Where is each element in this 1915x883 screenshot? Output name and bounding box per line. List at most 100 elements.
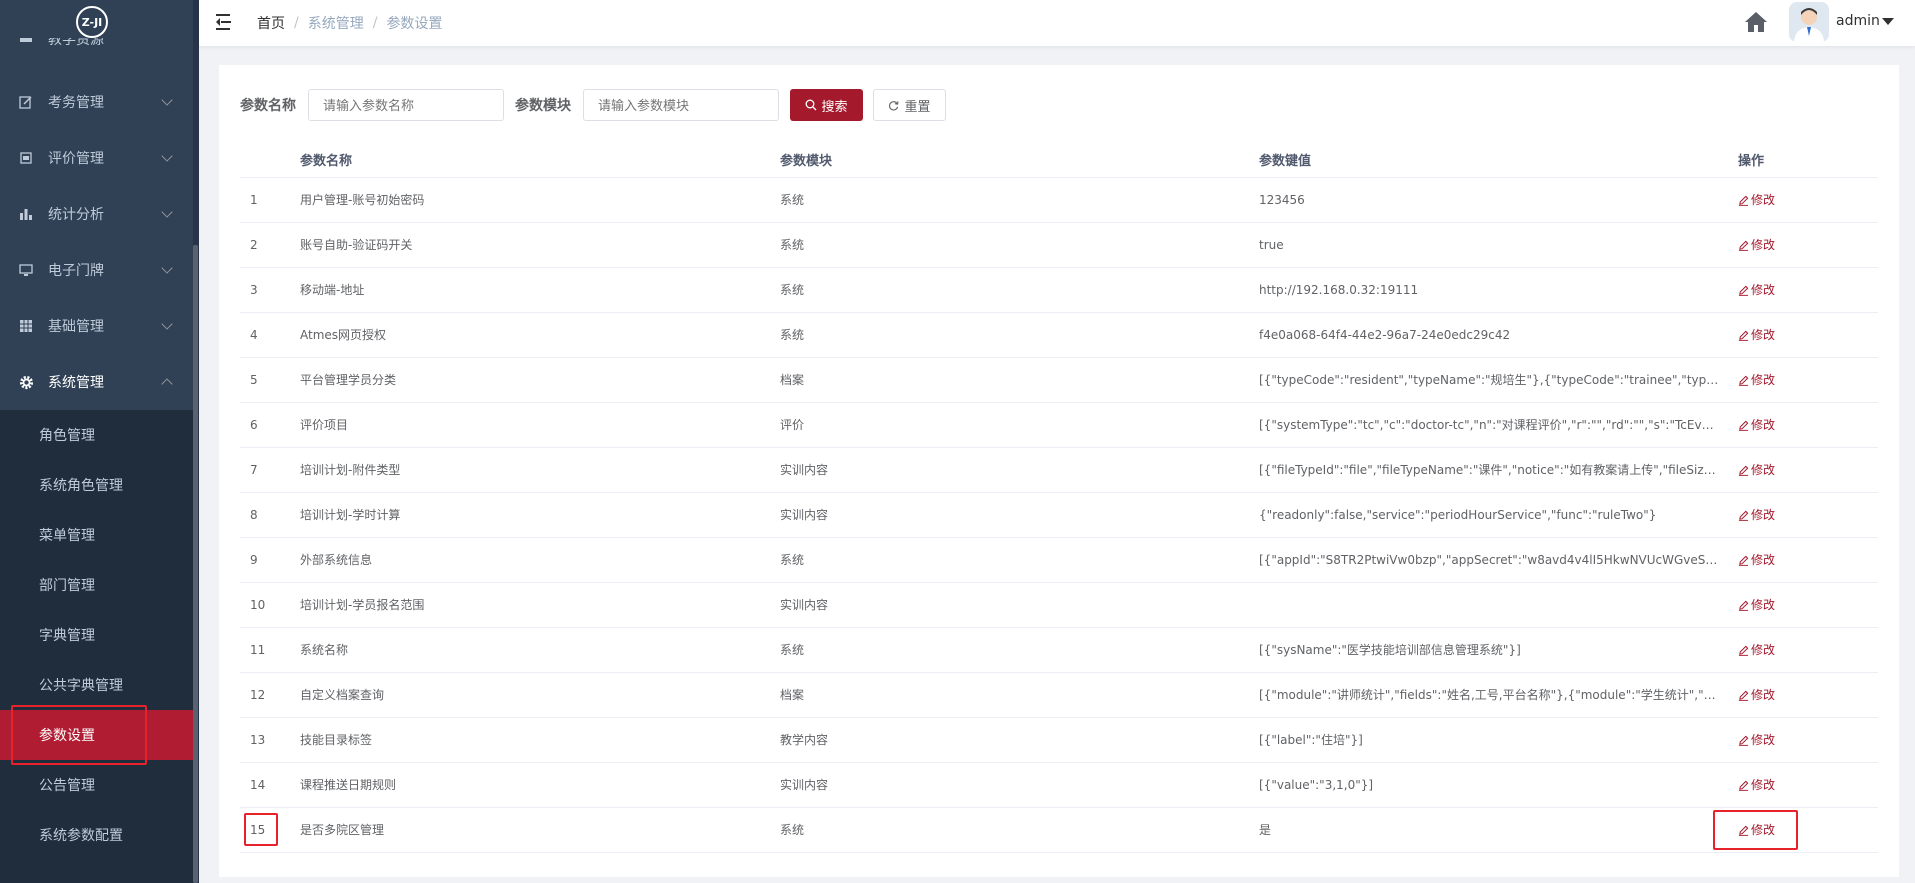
chevron-up-icon: [161, 378, 173, 390]
sidebar-item-system[interactable]: 系统管理: [0, 354, 193, 410]
row-index: 13: [250, 733, 266, 747]
sidebar-item-label: 考务管理: [48, 95, 104, 111]
row-index: 2: [250, 238, 258, 252]
row-index: 12: [250, 688, 266, 702]
param-module-cell: 教学内容: [780, 733, 829, 747]
edit-label: 修改: [1751, 283, 1776, 297]
param-value-cell: [1259, 583, 1719, 628]
edit-button[interactable]: 修改: [1738, 538, 1818, 583]
table-row: 14 课程推送日期规则 实训内容 [{"value":"3,1,0"}] 修改: [240, 763, 1878, 808]
param-value-cell: [{"appId":"S8TR2PtwiVw0bzp","appSecret":…: [1259, 553, 1719, 567]
edit-button[interactable]: 修改: [1738, 448, 1818, 493]
col-header-name: 参数名称: [300, 154, 353, 169]
param-value-cell: [{"systemType":"tc","c":"doctor-tc","n":…: [1259, 418, 1719, 432]
edit-label: 修改: [1751, 598, 1776, 612]
sidebar-item-exam[interactable]: 考务管理: [0, 74, 193, 130]
grid-icon: [18, 318, 34, 334]
gear-icon: [18, 374, 34, 390]
chevron-down-icon: [161, 262, 173, 274]
chevron-down-icon: [161, 318, 173, 330]
sidebar-item-doorplate[interactable]: 电子门牌: [0, 242, 193, 298]
reset-button[interactable]: 重置: [873, 89, 946, 121]
sidebar-item-partial[interactable]: 教学资源: [18, 38, 168, 56]
row-index: 10: [250, 598, 266, 612]
edit-button[interactable]: 修改: [1738, 403, 1818, 448]
edit-label: 修改: [1751, 418, 1776, 432]
caret-down-icon[interactable]: [1882, 18, 1894, 25]
edit-icon: [1738, 555, 1749, 566]
sidebar-item-stats[interactable]: 统计分析: [0, 186, 193, 242]
search-button[interactable]: 搜索: [790, 89, 863, 121]
edit-button[interactable]: 修改: [1738, 718, 1818, 763]
param-name-input[interactable]: [308, 89, 504, 121]
sidebar-item-evaluate[interactable]: 评价管理: [0, 130, 193, 186]
menu-toggle-icon[interactable]: [216, 14, 234, 30]
param-name-cell: 账号自助-验证码开关: [300, 238, 413, 252]
user-name[interactable]: admin: [1836, 13, 1880, 29]
edit-label: 修改: [1751, 193, 1776, 207]
edit-icon: [1738, 195, 1749, 206]
chevron-down-icon: [161, 150, 173, 162]
col-header-actions: 操作: [1738, 154, 1765, 169]
edit-label: 修改: [1751, 553, 1776, 567]
edit-icon: [18, 94, 34, 110]
param-module-cell: 系统: [780, 238, 805, 252]
refresh-icon: [889, 100, 899, 110]
chevron-down-icon: [161, 94, 173, 106]
table-row: 11 系统名称 系统 [{"sysName":"医学技能培训部信息管理系统"}] 修改: [240, 628, 1878, 673]
row-index: 6: [250, 418, 258, 432]
edit-label: 修改: [1751, 508, 1776, 522]
param-name-cell: 技能目录标签: [300, 733, 373, 747]
param-module-cell: 系统: [780, 283, 805, 297]
evaluate-icon: [18, 150, 34, 166]
edit-icon: [1738, 510, 1749, 521]
sidebar-item-dept[interactable]: 部门管理: [0, 560, 193, 610]
sidebar-scrollbar-thumb[interactable]: [193, 245, 198, 883]
col-header-value: 参数键值: [1259, 154, 1312, 169]
edit-button[interactable]: 修改: [1738, 628, 1818, 673]
edit-button[interactable]: 修改: [1738, 223, 1818, 268]
table-row: 9 外部系统信息 系统 [{"appId":"S8TR2PtwiVw0bzp","ap…: [240, 538, 1878, 583]
param-name-cell: 移动端-地址: [300, 283, 365, 297]
sidebar-item-menu[interactable]: 菜单管理: [0, 510, 193, 560]
home-icon[interactable]: [1744, 11, 1768, 33]
param-module-cell: 系统: [780, 328, 805, 342]
breadcrumb: 首页 / 系统管理 / 参数设置: [257, 13, 442, 33]
edit-button[interactable]: 修改: [1738, 673, 1818, 718]
edit-label: 修改: [1751, 643, 1776, 657]
sidebar-item-public-dict[interactable]: 公共字典管理: [0, 660, 193, 710]
edit-button[interactable]: 修改: [1738, 178, 1818, 223]
table-row: 7 培训计划-附件类型 实训内容 [{"fileTypeId":"file","fil…: [240, 448, 1878, 493]
sidebar-item-label: 系统管理: [48, 375, 104, 391]
table-row: 2 账号自助-验证码开关 系统 true 修改: [240, 223, 1878, 268]
table-row: 5 平台管理学员分类 档案 [{"typeCode":"resident","type…: [240, 358, 1878, 403]
edit-button[interactable]: 修改: [1738, 313, 1818, 358]
sidebar-item-role[interactable]: 角色管理: [0, 410, 193, 460]
param-module-cell: 系统: [780, 193, 805, 207]
edit-icon: [1738, 690, 1749, 701]
table-row: 3 移动端-地址 系统 http://192.168.0.32:19111 修改: [240, 268, 1878, 313]
edit-button[interactable]: 修改: [1738, 583, 1818, 628]
edit-icon: [1738, 420, 1749, 431]
param-value-cell: [{"label":"住培"}]: [1259, 733, 1363, 747]
param-name-cell: 平台管理学员分类: [300, 373, 397, 387]
table-row: 8 培训计划-学时计算 实训内容 {"readonly":false,"service…: [240, 493, 1878, 538]
edit-button[interactable]: 修改: [1738, 493, 1818, 538]
table-row: 12 自定义档案查询 档案 [{"module":"讲师统计","fields":"姓…: [240, 673, 1878, 718]
app-logo[interactable]: Z-JI: [76, 6, 108, 38]
sidebar-item-sys-param-config[interactable]: 系统参数配置: [0, 810, 193, 860]
sidebar-item-basic[interactable]: 基础管理: [0, 298, 193, 354]
param-module-input[interactable]: [583, 89, 779, 121]
edit-button[interactable]: 修改: [1738, 268, 1818, 313]
sidebar-item-notice[interactable]: 公告管理: [0, 760, 193, 810]
sidebar-item-system-role[interactable]: 系统角色管理: [0, 460, 193, 510]
avatar[interactable]: [1789, 2, 1829, 42]
param-value-cell: true: [1259, 238, 1284, 252]
param-value-cell: [{"typeCode":"resident","typeName":"规培生"…: [1259, 373, 1719, 387]
sidebar-item-dict[interactable]: 字典管理: [0, 610, 193, 660]
edit-button[interactable]: 修改: [1738, 358, 1818, 403]
search-icon: [806, 99, 817, 111]
edit-button[interactable]: 修改: [1738, 763, 1818, 808]
param-name-cell: 课程推送日期规则: [300, 778, 397, 792]
breadcrumb-home[interactable]: 首页: [257, 13, 285, 33]
